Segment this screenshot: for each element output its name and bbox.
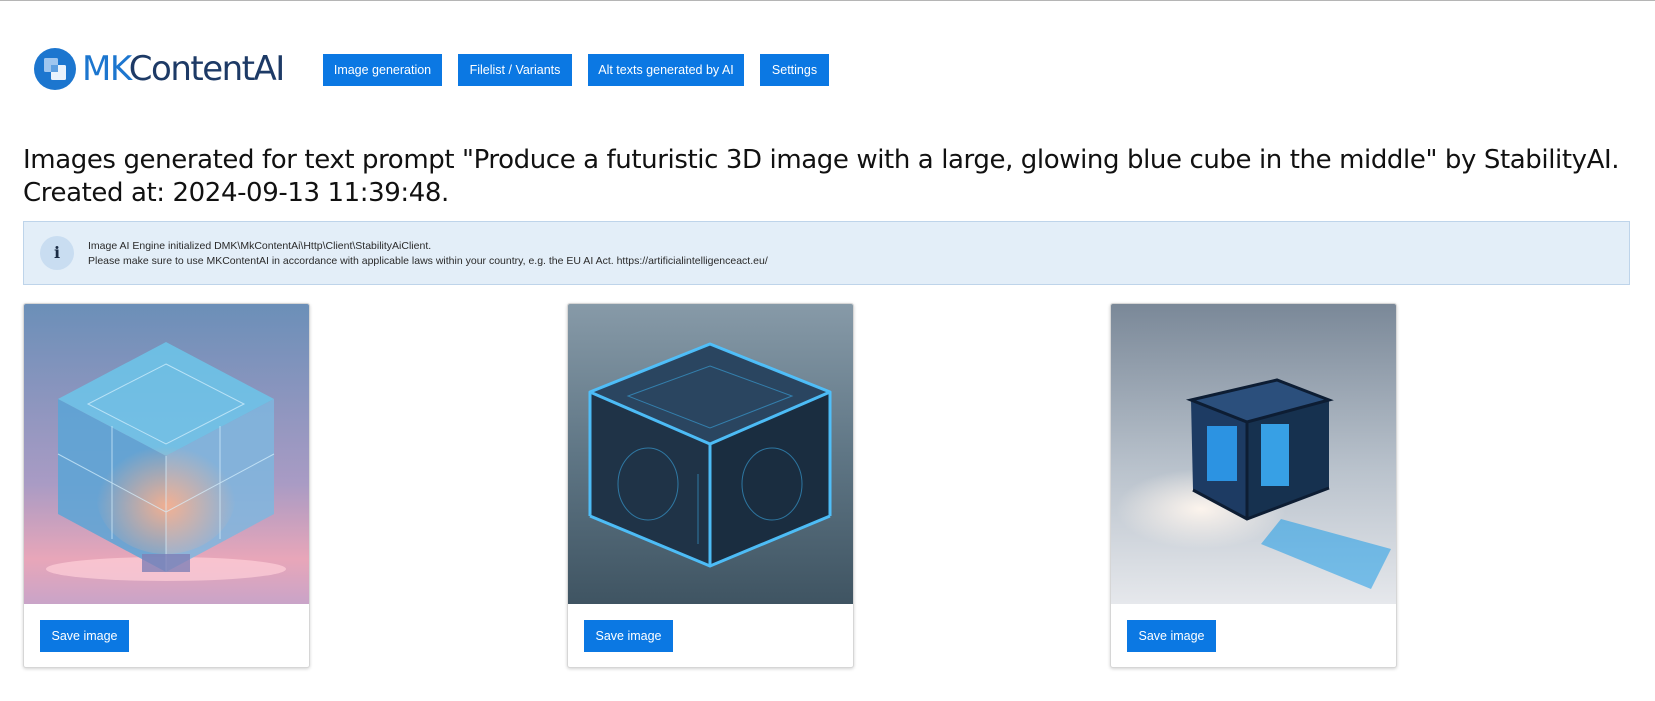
info-line-2: Please make sure to use MKContentAI in a…: [88, 255, 768, 267]
save-image-button[interactable]: Save image: [1127, 620, 1216, 652]
save-image-button[interactable]: Save image: [40, 620, 129, 652]
logo[interactable]: MKContentAI: [34, 48, 285, 90]
info-line-1: Image AI Engine initialized DMK\MkConten…: [88, 240, 432, 252]
header: MKContentAI Image generation Filelist / …: [0, 0, 1655, 120]
save-image-button[interactable]: Save image: [584, 620, 673, 652]
image-card: Save image: [23, 303, 310, 668]
generated-image[interactable]: [24, 304, 309, 604]
nav-image-generation-button[interactable]: Image generation: [323, 54, 442, 86]
nav-settings-button[interactable]: Settings: [760, 54, 829, 86]
nav-alt-texts-button[interactable]: Alt texts generated by AI: [588, 54, 744, 86]
info-icon: i: [40, 236, 74, 270]
logo-text: MKContentAI: [82, 49, 285, 89]
page-title: Images generated for text prompt "Produc…: [23, 145, 1620, 208]
info-alert: i Image AI Engine initialized DMK\MkCont…: [23, 221, 1630, 285]
generated-image[interactable]: [1111, 304, 1396, 604]
image-card: Save image: [1110, 303, 1397, 668]
logo-icon: [34, 48, 76, 90]
info-message: Image AI Engine initialized DMK\MkConten…: [88, 239, 768, 269]
image-card: Save image: [567, 303, 854, 668]
generated-image[interactable]: [568, 304, 853, 604]
nav-filelist-variants-button[interactable]: Filelist / Variants: [458, 54, 572, 86]
